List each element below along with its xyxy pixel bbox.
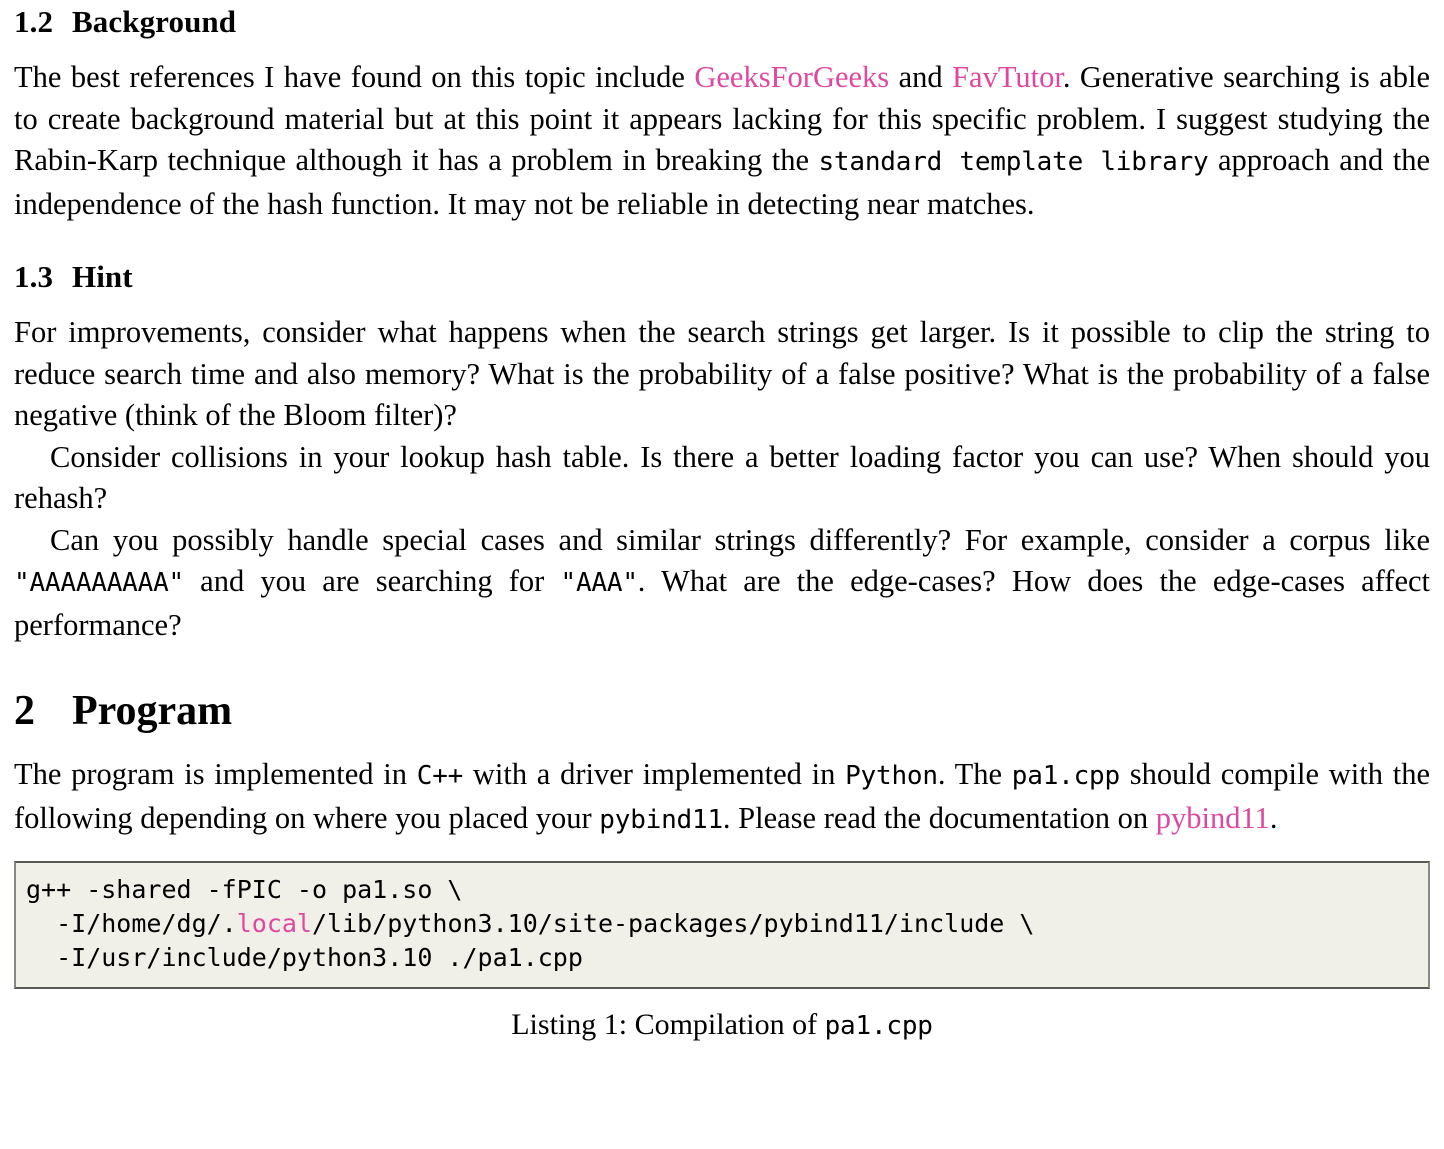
listing-line-3: -I/usr/include/python3.10 ./pa1.cpp (26, 943, 583, 972)
heading-program-title: Program (72, 688, 233, 734)
code-corpus-string: "AAAAAAAAA" (14, 568, 184, 598)
link-geeksforgeeks[interactable]: GeeksForGeeks (694, 60, 889, 94)
listing-line-2-keyword: local (236, 909, 312, 938)
listing-line-2-b: /lib/python3.10/site-packages/pybind11/i… (311, 909, 1035, 938)
code-listing-wrapper: g++ -shared -fPIC -o pa1.so \ -I/home/dg… (14, 861, 1430, 989)
link-favtutor[interactable]: FavTutor (952, 60, 1063, 94)
hint-paragraph-1: For improvements, consider what happens … (14, 315, 1430, 432)
background-text-2: and (889, 60, 953, 94)
code-pa1-cpp: pa1.cpp (1011, 761, 1120, 791)
background-paragraph: The best references I have found on this… (14, 57, 1430, 225)
listing-line-1: g++ -shared -fPIC -o pa1.so \ (26, 875, 463, 904)
heading-hint: 1.3 Hint (14, 261, 1430, 292)
heading-background-number: 1.2 (14, 4, 54, 39)
code-search-string: "AAA" (560, 568, 638, 598)
heading-program: 2 Program (14, 690, 1430, 732)
program-paragraph: The program is implemented in C++ with a… (14, 754, 1430, 841)
program-text-2: with a driver implemented in (463, 757, 846, 791)
heading-background: 1.2 Background (14, 6, 1430, 37)
hint-paragraph-2: Consider collisions in your lookup hash … (14, 439, 1430, 516)
heading-program-number: 2 (14, 688, 35, 734)
program-text-6: . (1269, 800, 1278, 835)
heading-background-title: Background (72, 4, 237, 39)
hint3-text-1: Can you possibly handle special cases an… (50, 522, 1430, 557)
code-pybind11: pybind11 (599, 804, 723, 835)
program-text-1: The program is implemented in (14, 757, 417, 791)
heading-hint-title: Hint (72, 259, 133, 294)
listing-caption-prefix: Listing 1: Compilation of (511, 1008, 825, 1041)
program-text-5: . Please read the documentation on (722, 800, 1156, 835)
code-listing: g++ -shared -fPIC -o pa1.so \ -I/home/dg… (14, 861, 1430, 989)
listing-line-2-a: -I/home/dg/. (26, 909, 237, 938)
document-page: 1.2 Background The best references I have… (0, 0, 1444, 1046)
listing-caption-file: pa1.cpp (824, 1011, 933, 1041)
program-text-3: . The (937, 757, 1012, 791)
listing-caption: Listing 1: Compilation of pa1.cpp (14, 1005, 1430, 1046)
hint-paragraph-3: Can you possibly handle special cases an… (14, 520, 1430, 647)
background-text-1: The best references I have found on this… (14, 60, 695, 94)
code-standard-template-library: standard template library (818, 147, 1209, 177)
heading-hint-number: 1.3 (14, 259, 54, 294)
code-cpp: C++ (416, 761, 464, 791)
code-python: Python (845, 761, 938, 791)
link-pybind11[interactable]: pybind11 (1156, 801, 1270, 835)
hint3-text-2: and you are searching for (184, 564, 561, 598)
